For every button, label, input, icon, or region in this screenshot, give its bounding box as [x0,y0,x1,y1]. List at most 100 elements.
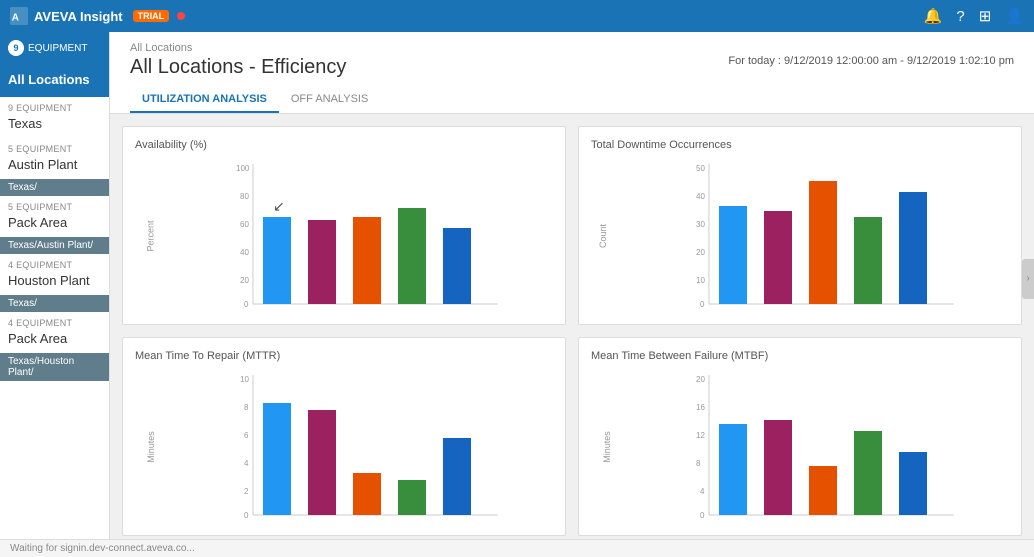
svg-text:4: 4 [244,459,249,468]
availability-chart-svg: 100 80 60 40 20 0 [163,159,553,309]
svg-text:20: 20 [696,375,705,384]
sidebar-item-houston-plant[interactable]: Houston Plant [8,270,101,293]
sidebar-item-pack-houston[interactable]: Pack Area [8,328,101,351]
sidebar-tag-2[interactable]: Texas/ [0,179,109,196]
svg-text:0: 0 [700,300,705,309]
svg-text:0: 0 [700,511,705,520]
status-bar: Waiting for signin.dev-connect.aveva.co.… [0,539,1034,557]
svg-text:4: 4 [700,487,705,496]
eq-label-5: 4 EQUIPMENT [8,318,101,328]
mttr-chart-title: Mean Time To Repair (MTTR) [135,350,553,362]
svg-text:8: 8 [696,459,701,468]
sidebar-section-houston: 4 EQUIPMENT Houston Plant [0,254,109,295]
availability-chart-title: Availability (%) [135,139,553,151]
svg-text:30: 30 [696,220,705,229]
help-icon[interactable]: ? [956,8,964,25]
sidebar-section-texas: 9 EQUIPMENT Texas [0,97,109,138]
bar-mtbf-3 [809,466,837,515]
charts-area: Availability (%) Percent 100 80 60 40 20… [110,114,1034,548]
sidebar-header: 9 EQUIPMENT [0,32,109,62]
app-logo: A AVEVA Insight TRIAL [10,7,185,25]
downtime-chart-card: Total Downtime Occurrences Count 50 40 3… [578,126,1022,325]
sidebar-tag-3[interactable]: Texas/Austin Plant/ [0,237,109,254]
svg-text:80: 80 [240,192,249,201]
availability-chart-card: Availability (%) Percent 100 80 60 40 20… [122,126,566,325]
svg-text:20: 20 [240,276,249,285]
tab-off-analysis[interactable]: OFF ANALYSIS [279,87,380,113]
right-panel-handle[interactable]: › [1022,259,1034,299]
bell-icon[interactable]: 🔔 [924,7,943,25]
sidebar-section-pack-austin: 5 EQUIPMENT Pack Area [0,196,109,237]
availability-y-label: Percent [146,220,156,251]
svg-text:A: A [12,13,19,24]
svg-text:10: 10 [240,375,249,384]
bar-mttr-3 [353,473,381,515]
svg-text:100: 100 [236,164,250,173]
bar-mttr-1 [263,403,291,515]
bar-downtime-2 [764,211,792,304]
eq-label-4: 4 EQUIPMENT [8,260,101,270]
svg-text:20: 20 [696,248,705,257]
downtime-chart-svg: 50 40 30 20 10 0 [619,159,1009,309]
svg-text:0: 0 [244,300,249,309]
status-text: Waiting for signin.dev-connect.aveva.co.… [10,543,195,554]
bar-mtbf-5 [899,452,927,515]
charts-grid: Availability (%) Percent 100 80 60 40 20… [122,126,1022,536]
sidebar-item-austin-plant[interactable]: Austin Plant [8,154,101,177]
sidebar: 9 EQUIPMENT All Locations 9 EQUIPMENT Te… [0,32,110,557]
bar-availability-4 [398,208,426,304]
bar-availability-5 [443,228,471,304]
bar-mttr-4 [398,480,426,515]
svg-text:16: 16 [696,403,705,412]
sidebar-item-texas[interactable]: Texas [8,113,101,136]
trial-dot [177,12,185,20]
mttr-chart-card: Mean Time To Repair (MTTR) Minutes 10 8 … [122,337,566,536]
apps-grid-icon[interactable]: ⊞ [979,7,992,25]
bar-availability-1 [263,217,291,304]
mttr-y-label: Minutes [146,431,156,463]
svg-text:↙: ↙ [273,198,285,214]
sidebar-header-label: EQUIPMENT [28,43,87,54]
tabs: UTILIZATION ANALYSIS OFF ANALYSIS [130,87,1014,113]
downtime-chart-title: Total Downtime Occurrences [591,139,1009,151]
svg-text:60: 60 [240,220,249,229]
bar-downtime-5 [899,192,927,304]
sidebar-item-pack-austin[interactable]: Pack Area [8,212,101,235]
header-row: All Locations All Locations - Efficiency… [130,42,1014,79]
tab-utilization[interactable]: UTILIZATION ANALYSIS [130,87,279,113]
sidebar-tag-5[interactable]: Texas/Houston Plant/ [0,353,109,381]
svg-text:2: 2 [244,487,249,496]
eq-label-3: 5 EQUIPMENT [8,202,101,212]
svg-text:8: 8 [244,403,249,412]
account-icon[interactable]: 👤 [1005,7,1024,25]
svg-text:40: 40 [696,192,705,201]
bar-availability-3 [353,217,381,304]
bar-downtime-1 [719,206,747,304]
bar-mtbf-1 [719,424,747,515]
svg-text:6: 6 [244,431,249,440]
svg-text:10: 10 [696,276,705,285]
date-range: For today : 9/12/2019 12:00:00 am - 9/12… [728,55,1014,67]
main-layout: 9 EQUIPMENT All Locations 9 EQUIPMENT Te… [0,32,1034,557]
svg-text:0: 0 [244,511,249,520]
svg-text:40: 40 [240,248,249,257]
sidebar-section-austin: 5 EQUIPMENT Austin Plant [0,138,109,179]
mtbf-chart-card: Mean Time Between Failure (MTBF) Minutes… [578,337,1022,536]
mtbf-chart-svg: 20 16 12 8 4 0 [619,370,1009,520]
bar-mttr-2 [308,410,336,515]
svg-text:12: 12 [696,431,705,440]
sidebar-section-pack-houston: 4 EQUIPMENT Pack Area [0,312,109,353]
topnav: A AVEVA Insight TRIAL 🔔 ? ⊞ 👤 [0,0,1034,32]
downtime-y-label: Count [598,223,608,247]
bar-mttr-5 [443,438,471,515]
trial-badge: TRIAL [133,10,170,22]
eq-label-1: 9 EQUIPMENT [8,103,101,113]
mtbf-y-label: Minutes [602,431,612,463]
bar-downtime-3 [809,181,837,304]
app-name: AVEVA Insight [34,9,123,24]
breadcrumb: All Locations [130,42,346,54]
sidebar-tag-4[interactable]: Texas/ [0,295,109,312]
mttr-chart-svg: 10 8 6 4 2 0 [163,370,553,520]
sidebar-count-badge: 9 [8,40,24,56]
sidebar-all-locations[interactable]: All Locations [0,62,109,97]
